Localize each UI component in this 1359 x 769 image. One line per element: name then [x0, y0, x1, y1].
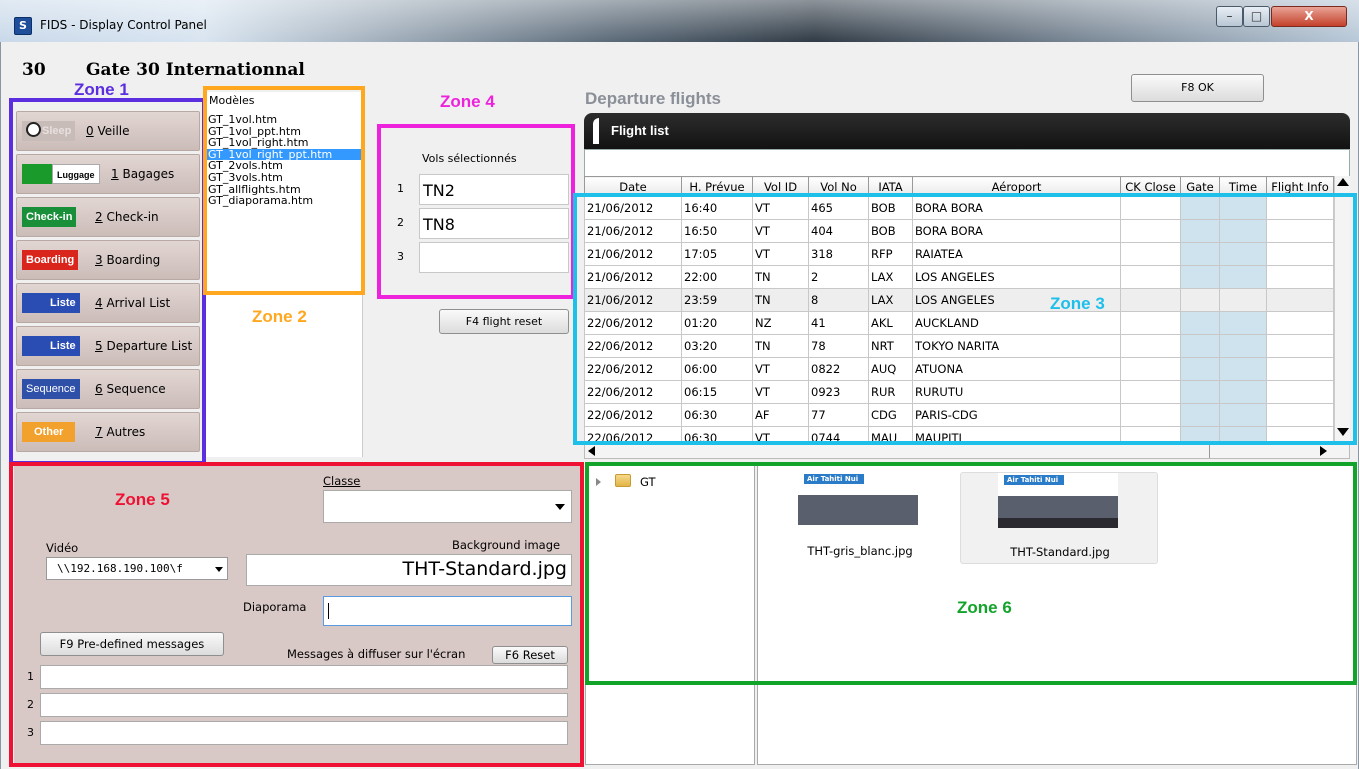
scroll-up-icon[interactable]: [1337, 178, 1349, 186]
zone-5-outline: [9, 462, 584, 767]
zone-5-label: Zone 5: [115, 490, 170, 509]
zone-4-label: Zone 4: [440, 92, 495, 111]
scroll-right-icon[interactable]: [1320, 446, 1327, 456]
window-title: FIDS - Display Control Panel: [40, 18, 207, 32]
zone-2-label: Zone 2: [252, 307, 307, 326]
flight-reset-button[interactable]: F4 flight reset: [439, 309, 569, 334]
zone-6-outline: [585, 462, 1357, 685]
zone-4-outline: [377, 124, 575, 299]
tab-corner: [593, 118, 599, 144]
zone-1-label: Zone 1: [74, 80, 129, 99]
close-button[interactable]: X: [1271, 6, 1347, 27]
zone-3-outline: [573, 193, 1357, 445]
ok-button[interactable]: F8 OK: [1131, 74, 1264, 102]
departure-title: Departure flights: [585, 89, 722, 108]
gate-number: 30: [22, 60, 46, 80]
minimize-button[interactable]: –: [1216, 6, 1243, 27]
scroll-thumb-edge: [1209, 444, 1210, 458]
zone-1-outline: [9, 98, 206, 465]
scroll-left-icon[interactable]: [588, 446, 595, 456]
zone-2-outline: [203, 86, 365, 295]
gate-name: Gate 30 Internationnal: [86, 60, 305, 80]
flight-list-title: Flight list: [611, 123, 669, 138]
zone-6-label: Zone 6: [957, 598, 1012, 617]
zone-3-label: Zone 3: [1050, 294, 1105, 313]
table-hscrollbar[interactable]: [584, 443, 1350, 459]
app-icon: S: [14, 17, 32, 35]
flight-list-header: [584, 113, 1350, 149]
maximize-button[interactable]: □: [1243, 6, 1270, 27]
